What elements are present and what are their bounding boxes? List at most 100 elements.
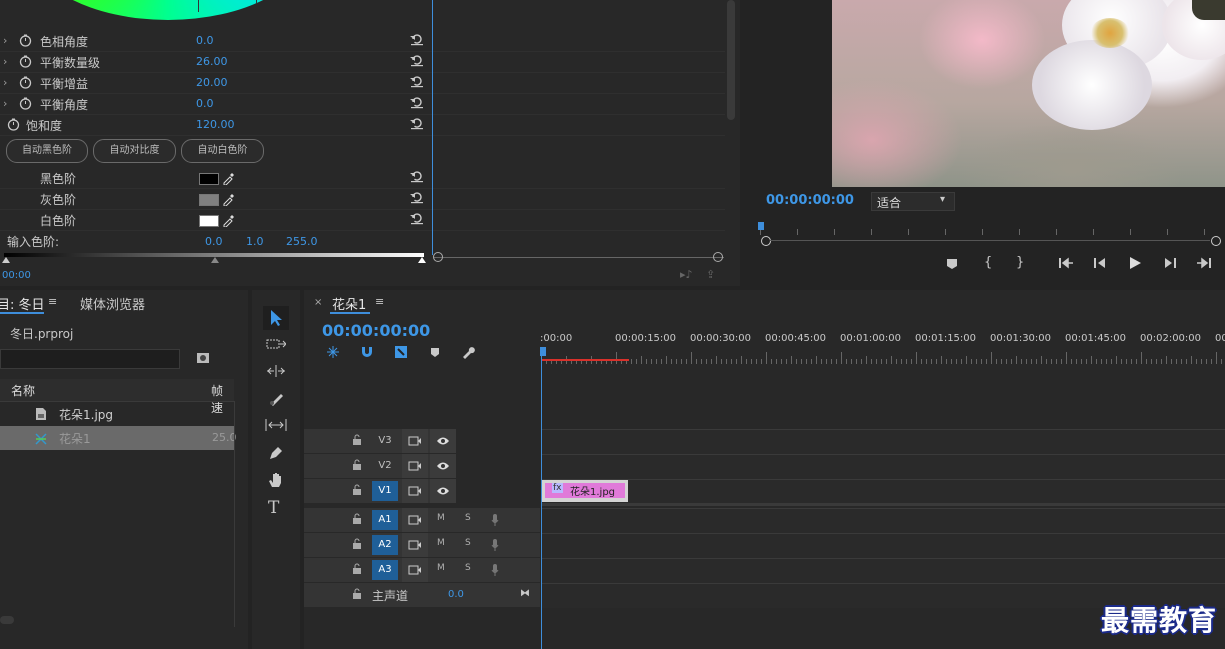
master-volume-value[interactable]: 0.0 [448, 589, 464, 600]
zoom-select[interactable]: 适合 ▾ [871, 192, 955, 211]
lock-icon[interactable] [352, 588, 362, 600]
sequence-timecode[interactable]: 00:00:00:00 [322, 321, 430, 340]
lock-icon[interactable] [352, 459, 362, 471]
video-lane[interactable] [541, 429, 1225, 454]
stopwatch-icon[interactable] [19, 55, 32, 68]
reset-icon[interactable] [410, 75, 424, 88]
tab-sequence[interactable]: 花朵1 [332, 294, 366, 313]
auto-black-level-button[interactable]: 自动黑色阶 [6, 139, 88, 163]
nest-icon[interactable] [326, 345, 340, 359]
scroll-handle-right[interactable] [713, 252, 723, 262]
slip-tool-icon[interactable] [265, 418, 287, 432]
solo-button[interactable]: S [465, 563, 471, 573]
param-value[interactable]: 0.0 [196, 97, 214, 110]
param-value[interactable]: 26.00 [196, 55, 228, 68]
add-marker-icon[interactable] [946, 258, 958, 270]
stopwatch-icon[interactable] [19, 97, 32, 110]
close-tab-icon[interactable]: × [314, 297, 322, 308]
add-marker-icon[interactable] [430, 347, 440, 358]
mark-in-icon[interactable]: { [984, 255, 992, 270]
razor-tool-icon[interactable] [268, 391, 284, 407]
pen-tool-icon[interactable] [268, 445, 284, 461]
lock-icon[interactable] [352, 434, 362, 446]
eye-icon[interactable] [436, 461, 450, 471]
camera-icon[interactable] [408, 485, 422, 497]
go-to-out-icon[interactable] [1196, 257, 1212, 269]
monitor-scroll-handle-left[interactable] [761, 236, 771, 246]
panel-menu-icon[interactable]: ≡ [375, 295, 384, 308]
level-color-swatch[interactable] [199, 215, 219, 227]
solo-button[interactable]: S [465, 538, 471, 548]
reset-icon[interactable] [410, 117, 424, 130]
stopwatch-icon[interactable] [7, 118, 20, 131]
reset-icon[interactable] [410, 170, 424, 183]
mark-out-icon[interactable]: } [1016, 255, 1024, 270]
play-icon[interactable] [1128, 256, 1142, 270]
track-target[interactable]: V3 [372, 431, 398, 451]
clip-v1[interactable]: fx 花朵1.jpg [542, 480, 628, 502]
tab-project[interactable]: 目: 冬日 [0, 294, 45, 313]
lock-icon[interactable] [352, 538, 362, 550]
selection-tool-icon[interactable] [269, 309, 283, 327]
reset-icon[interactable] [410, 96, 424, 109]
time-ruler[interactable]: :00:00 00:00:15:00 00:00:30:00 00:00:45:00 0… [540, 330, 1225, 370]
stopwatch-icon[interactable] [19, 76, 32, 89]
track-target[interactable]: A2 [372, 535, 398, 555]
twirl-arrow-icon[interactable]: › [3, 55, 7, 68]
monitor-scrollbar[interactable] [770, 240, 1210, 241]
ripple-edit-tool-icon[interactable] [266, 364, 286, 378]
play-audio-icon[interactable]: ▸♪ [680, 268, 693, 281]
reset-icon[interactable] [410, 212, 424, 225]
solo-button[interactable]: S [465, 513, 471, 523]
scroll-handle-left[interactable] [433, 252, 443, 262]
track-target[interactable]: V2 [372, 456, 398, 476]
black-level-slider-handle[interactable] [2, 257, 10, 263]
project-scrollbar[interactable] [0, 616, 14, 624]
program-timecode[interactable]: 00:00:00:00 [766, 193, 854, 208]
type-tool-icon[interactable]: T [268, 498, 279, 518]
list-item[interactable]: 花朵1.jpg [0, 402, 234, 426]
camera-icon[interactable] [408, 539, 422, 551]
monitor-playhead[interactable] [758, 222, 764, 230]
mute-button[interactable]: M [437, 513, 445, 523]
track-target[interactable]: A3 [372, 560, 398, 580]
track-target[interactable]: A1 [372, 510, 398, 530]
fx-horizontal-scrollbar[interactable] [434, 257, 724, 258]
linked-selection-icon[interactable] [394, 345, 408, 359]
go-to-in-icon[interactable] [1058, 257, 1074, 269]
eyedropper-icon[interactable] [222, 213, 236, 227]
twirl-arrow-icon[interactable]: › [3, 76, 7, 89]
twirl-arrow-icon[interactable]: › [3, 97, 7, 110]
stopwatch-icon[interactable] [19, 34, 32, 47]
camera-icon[interactable] [408, 460, 422, 472]
track-select-tool-icon[interactable] [266, 337, 286, 351]
eye-icon[interactable] [436, 436, 450, 446]
export-icon[interactable]: ⇪ [706, 268, 715, 281]
lock-icon[interactable] [352, 513, 362, 525]
input-level-white[interactable]: 255.0 [286, 235, 318, 248]
step-back-icon[interactable] [1093, 257, 1107, 269]
audio-lane[interactable] [541, 558, 1225, 583]
input-level-black[interactable]: 0.0 [205, 235, 223, 248]
fx-playhead[interactable] [432, 0, 433, 255]
track-target[interactable]: V1 [372, 481, 398, 501]
project-search-input[interactable] [0, 349, 180, 369]
fx-vertical-scrollbar[interactable] [727, 0, 735, 120]
microphone-icon[interactable] [490, 563, 500, 577]
level-color-swatch[interactable] [199, 194, 219, 206]
camera-icon[interactable] [408, 435, 422, 447]
find-icon[interactable] [196, 352, 210, 364]
hand-tool-icon[interactable] [268, 472, 284, 488]
reset-icon[interactable] [410, 33, 424, 46]
audio-lane[interactable] [541, 533, 1225, 558]
eyedropper-icon[interactable] [222, 192, 236, 206]
white-level-slider-handle[interactable] [418, 257, 426, 263]
video-lane[interactable] [541, 454, 1225, 479]
list-item[interactable]: 花朵1 25.0 [0, 426, 237, 450]
lock-icon[interactable] [352, 563, 362, 575]
auto-white-level-button[interactable]: 自动白色阶 [181, 139, 264, 163]
gamma-slider-handle[interactable] [211, 257, 219, 263]
mute-button[interactable]: M [437, 538, 445, 548]
input-level-gamma[interactable]: 1.0 [246, 235, 264, 248]
camera-icon[interactable] [408, 514, 422, 526]
